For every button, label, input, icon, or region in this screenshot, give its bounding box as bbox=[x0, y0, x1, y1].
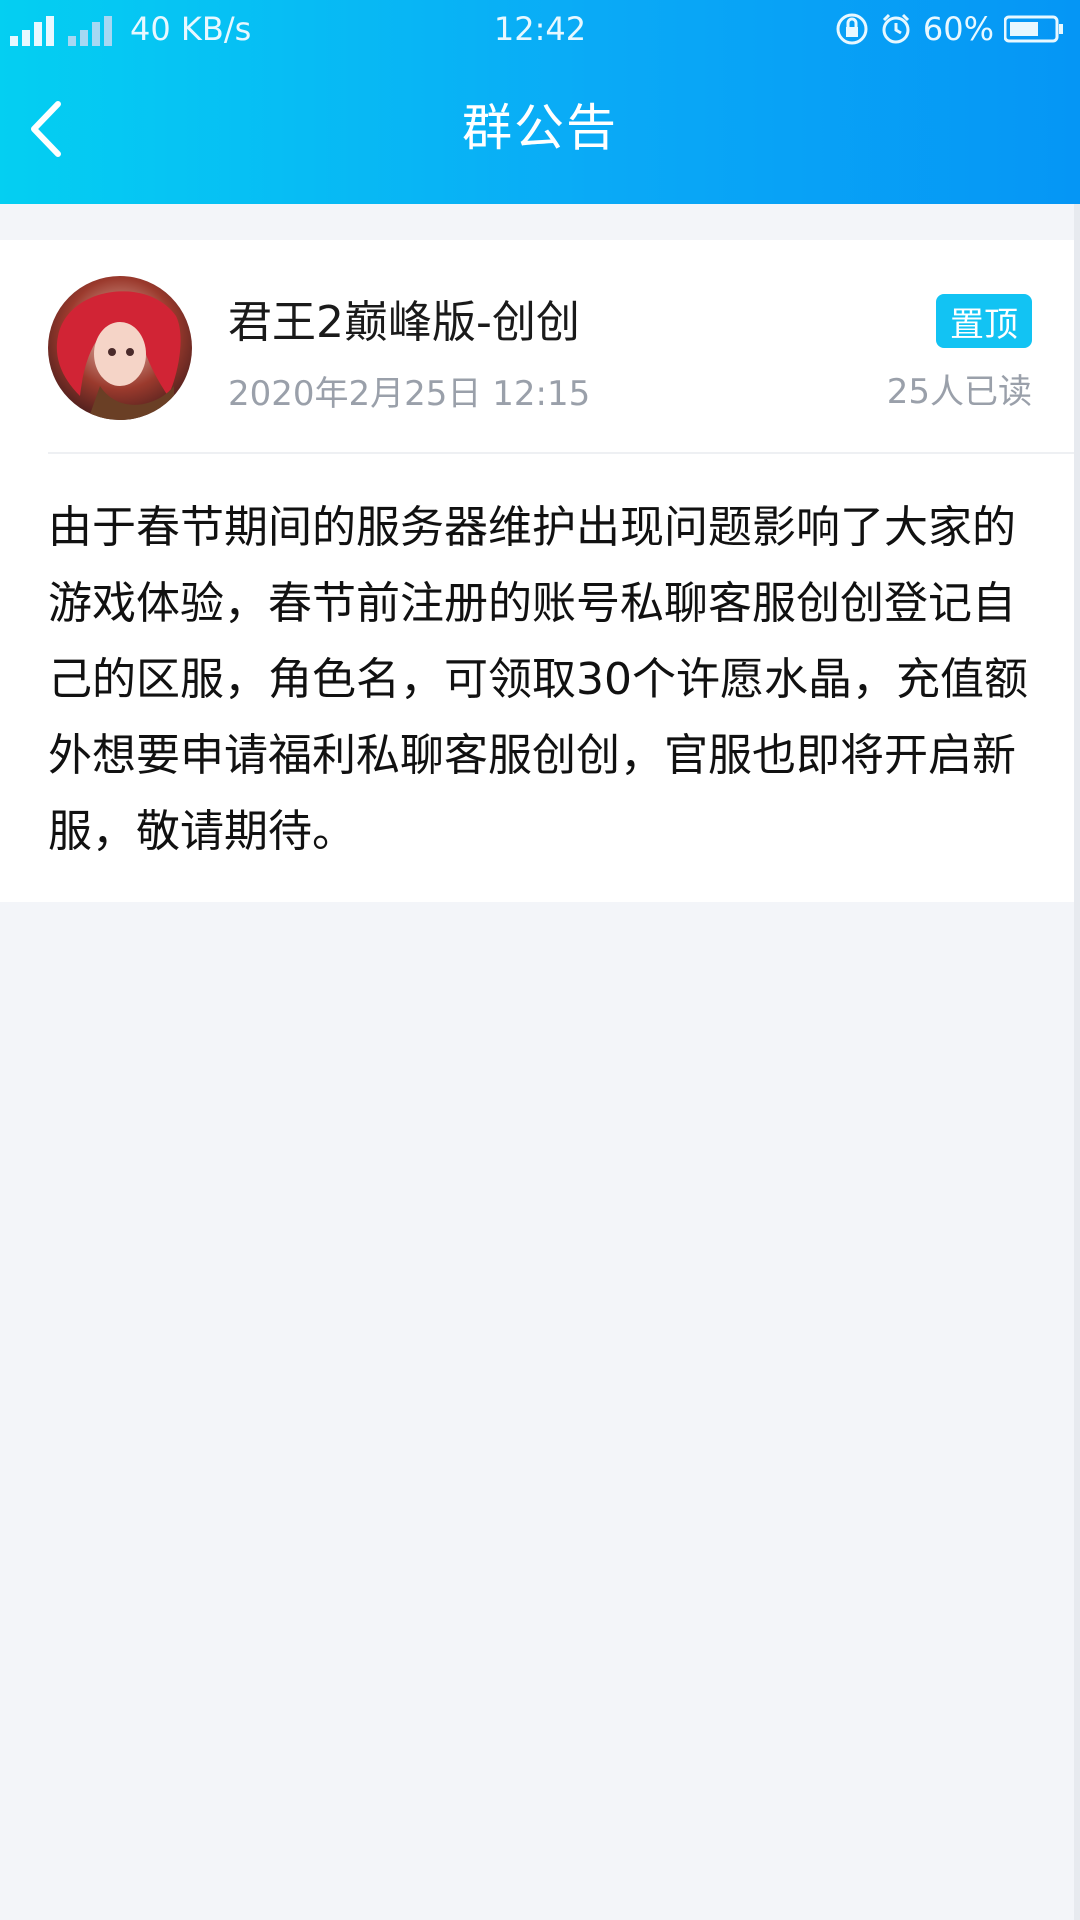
announcement-card: 君王2巅峰版-创创 2020年2月25日 12:15 置顶 25人已读 由于春节… bbox=[0, 240, 1080, 902]
avatar-image bbox=[48, 276, 192, 420]
alarm-icon bbox=[882, 13, 910, 44]
battery-percent: 60% bbox=[922, 10, 994, 48]
page-title: 群公告 bbox=[462, 99, 618, 157]
divider bbox=[48, 452, 1080, 454]
read-count[interactable]: 25人已读 bbox=[887, 364, 1032, 413]
lock-icon bbox=[836, 13, 868, 45]
top-bar: 40 KB/s 12:42 60% 群公告 bbox=[0, 0, 1080, 204]
status-bar: 40 KB/s 12:42 60% bbox=[0, 0, 1080, 56]
scrollbar[interactable] bbox=[1074, 204, 1080, 1920]
author-name: 君王2巅峰版-创创 bbox=[228, 297, 580, 348]
status-right: 60% bbox=[835, 10, 1064, 48]
author-avatar[interactable] bbox=[48, 276, 192, 420]
announcement-content: 由于春节期间的服务器维护出现问题影响了大家的游戏体验，春节前注册的账号私聊客服创… bbox=[48, 502, 1028, 857]
battery-icon bbox=[1004, 15, 1063, 43]
pinned-badge: 置顶 bbox=[936, 294, 1032, 348]
post-date: 2020年2月25日 12:15 bbox=[228, 374, 591, 414]
